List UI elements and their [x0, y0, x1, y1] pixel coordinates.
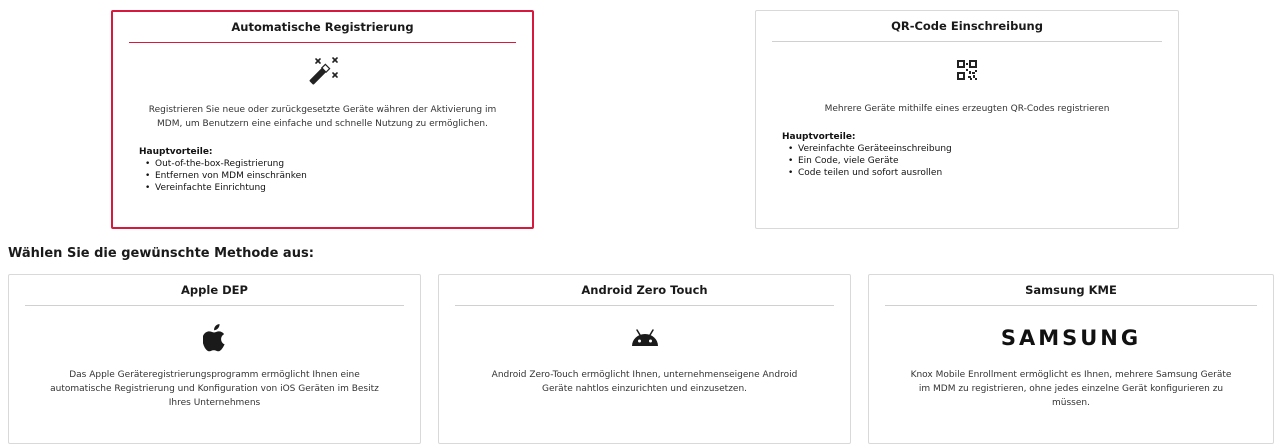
- android-zero-touch-card[interactable]: Android Zero Touch Android Zero-Touch er…: [438, 274, 851, 444]
- qr-enrollment-card[interactable]: QR-Code Einschreibung Mehrere Geräte mit…: [755, 10, 1179, 229]
- samsung-logo: SAMSUNG: [1000, 326, 1142, 350]
- qr-code-icon: [756, 48, 1178, 92]
- benefits-list: Hauptvorteile: Out-of-the-box-Registrier…: [139, 147, 532, 194]
- benefits-heading: Hauptvorteile:: [782, 132, 856, 142]
- benefit-item: Vereinfachte Einrichtung: [145, 182, 532, 194]
- card-description: Registrieren Sie neue oder zurückgesetzt…: [148, 105, 497, 129]
- magic-wand-icon: [113, 49, 532, 93]
- apple-dep-card[interactable]: Apple DEP Das Apple Geräteregistrierungs…: [8, 274, 421, 444]
- benefit-item: Vereinfachte Geräteeinschreibung: [788, 143, 1178, 155]
- card-title: QR-Code Einschreibung: [772, 19, 1162, 42]
- benefit-item: Ein Code, viele Geräte: [788, 155, 1178, 167]
- card-title: Automatische Registrierung: [129, 20, 516, 43]
- section-heading: Wählen Sie die gewünschte Methode aus:: [8, 246, 314, 261]
- auto-registration-card[interactable]: Automatische Registrierung Registrieren …: [111, 10, 534, 229]
- benefits-list: Hauptvorteile: Vereinfachte Geräteeinsch…: [782, 132, 1178, 179]
- card-description: Android Zero-Touch ermöglicht Ihnen, unt…: [491, 370, 798, 394]
- card-description: Das Apple Geräteregistrierungsprogramm e…: [50, 370, 379, 408]
- card-title: Android Zero Touch: [455, 283, 834, 306]
- card-description: Mehrere Geräte mithilfe eines erzeugten …: [824, 104, 1110, 114]
- benefit-item: Code teilen und sofort ausrollen: [788, 167, 1178, 179]
- benefit-item: Out-of-the-box-Registrierung: [145, 158, 532, 170]
- apple-icon: [9, 316, 420, 360]
- android-icon: [439, 316, 850, 360]
- benefits-heading: Hauptvorteile:: [139, 147, 213, 157]
- card-title: Apple DEP: [25, 283, 404, 306]
- card-title: Samsung KME: [885, 283, 1257, 306]
- benefit-item: Entfernen von MDM einschränken: [145, 170, 532, 182]
- samsung-kme-card[interactable]: Samsung KME SAMSUNG Knox Mobile Enrollme…: [868, 274, 1274, 444]
- card-description: Knox Mobile Enrollment ermöglicht es Ihn…: [910, 370, 1232, 408]
